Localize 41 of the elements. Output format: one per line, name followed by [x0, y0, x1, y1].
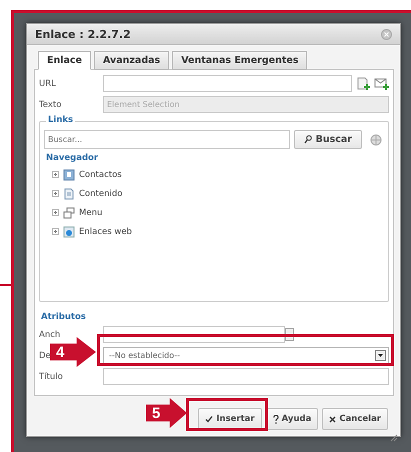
- globe-page-icon: [63, 226, 75, 238]
- close-icon: [329, 416, 336, 422]
- search-icon: [304, 135, 312, 144]
- field-label: URL: [39, 78, 56, 88]
- check-icon: [205, 415, 214, 423]
- tree-item[interactable]: Contactos: [52, 167, 384, 182]
- target-dropdown[interactable]: --No establecido--: [103, 347, 389, 364]
- add-page-icon[interactable]: [356, 76, 370, 90]
- help-button[interactable]: Ayuda: [266, 408, 318, 430]
- document-icon: [63, 188, 75, 200]
- search-field[interactable]: Buscar...: [44, 130, 290, 149]
- group-legend: Links: [46, 115, 76, 125]
- navigator-heading: Navegador: [44, 153, 100, 163]
- tree-item[interactable]: Contenido: [52, 186, 384, 201]
- search-button[interactable]: Buscar: [294, 130, 362, 149]
- title-field[interactable]: [103, 368, 389, 385]
- expand-icon: [52, 209, 59, 216]
- window-title: Enlace : 2.2.7.2: [35, 28, 131, 40]
- insert-button[interactable]: Insertar: [198, 408, 262, 430]
- tab[interactable]: Avanzadas: [94, 51, 170, 70]
- question-icon: [272, 414, 279, 424]
- field-label: Título: [39, 372, 63, 382]
- field-label: Texto: [39, 100, 62, 110]
- address-book-icon: [63, 168, 75, 180]
- expand-icon: [52, 190, 59, 197]
- close-icon[interactable]: [381, 28, 392, 40]
- globe-icon[interactable]: [370, 134, 382, 146]
- tree-item[interactable]: Enlaces web: [52, 224, 384, 239]
- url-field[interactable]: [103, 75, 352, 92]
- tab[interactable]: Enlace: [38, 51, 91, 70]
- tab[interactable]: Ventanas Emergentes: [172, 51, 308, 70]
- field-label: Anch: [39, 330, 60, 340]
- resize-grip-icon[interactable]: [390, 434, 398, 442]
- windows-icon: [63, 206, 75, 218]
- cancel-button[interactable]: Cancelar: [322, 408, 388, 430]
- group-legend: Atributos: [39, 312, 88, 322]
- field-label: De: [39, 350, 51, 360]
- expand-icon: [52, 228, 59, 235]
- expand-icon: [52, 171, 59, 178]
- tree-item[interactable]: Menu: [52, 205, 384, 220]
- add-mail-icon[interactable]: [374, 77, 389, 90]
